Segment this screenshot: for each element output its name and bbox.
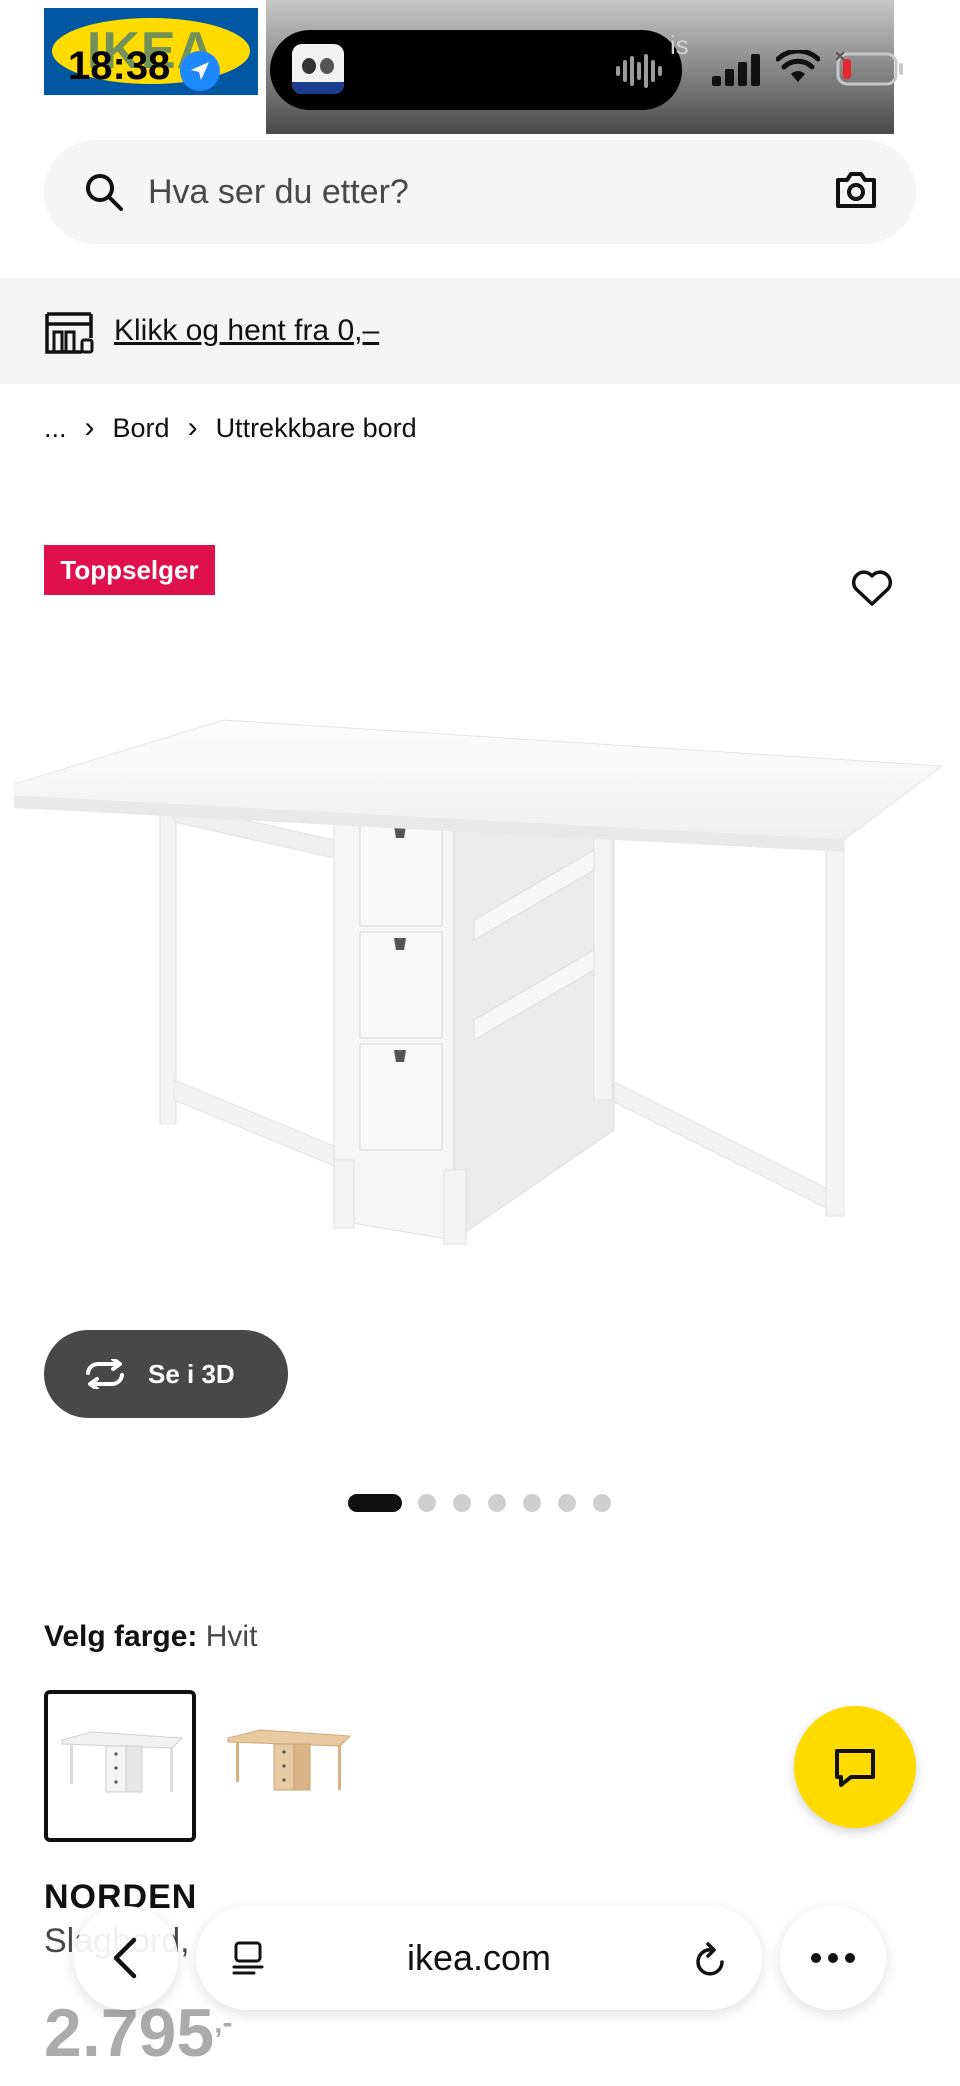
image-carousel-dots bbox=[348, 1494, 628, 1512]
battery-icon bbox=[836, 52, 903, 86]
status-time: 18:38 bbox=[68, 44, 171, 88]
carousel-dot-active[interactable] bbox=[348, 1494, 402, 1512]
color-swatch-white[interactable] bbox=[44, 1690, 196, 1842]
product-image[interactable] bbox=[14, 700, 944, 1260]
wifi-icon bbox=[776, 50, 820, 82]
chevron-right-icon: › bbox=[84, 411, 95, 444]
dynamic-island[interactable] bbox=[270, 30, 682, 110]
more-icon bbox=[811, 1953, 855, 1963]
now-playing-thumbnail bbox=[292, 44, 344, 94]
heart-icon[interactable] bbox=[850, 568, 894, 608]
click-collect-banner[interactable]: Klikk og hent fra 0,– bbox=[0, 278, 960, 384]
breadcrumb-bord[interactable]: Bord bbox=[113, 413, 170, 444]
carousel-dot[interactable] bbox=[558, 1494, 576, 1512]
cellular-signal-icon bbox=[712, 54, 760, 86]
location-icon bbox=[180, 51, 220, 91]
color-swatch-birch[interactable] bbox=[214, 1690, 366, 1842]
search-input[interactable]: Hva ser du etter? bbox=[148, 140, 409, 244]
search-icon bbox=[86, 174, 123, 211]
audio-wave-icon bbox=[616, 54, 662, 88]
click-collect-link[interactable]: Klikk og hent fra 0,– bbox=[114, 278, 379, 384]
browser-back-button[interactable] bbox=[74, 1906, 178, 2010]
view-3d-button[interactable]: Se i 3D bbox=[44, 1330, 288, 1418]
view-3d-label: Se i 3D bbox=[148, 1359, 235, 1389]
carousel-dot[interactable] bbox=[418, 1494, 436, 1512]
chat-button[interactable] bbox=[794, 1706, 916, 1828]
background-text: is bbox=[670, 30, 689, 60]
carousel-dot[interactable] bbox=[593, 1494, 611, 1512]
camera-icon[interactable] bbox=[834, 170, 878, 210]
chevron-right-icon: › bbox=[187, 411, 198, 444]
browser-more-button[interactable] bbox=[780, 1906, 886, 2010]
reload-icon[interactable] bbox=[692, 1940, 730, 1980]
carousel-dot[interactable] bbox=[453, 1494, 471, 1512]
breadcrumb-uttrekkbare-bord[interactable]: Uttrekkbare bord bbox=[216, 413, 417, 444]
breadcrumb-more[interactable]: ... bbox=[44, 413, 67, 444]
search-bar[interactable]: Hva ser du etter? bbox=[44, 140, 916, 244]
status-bar: IKEA 18:38 is bbox=[0, 0, 960, 134]
carousel-dot[interactable] bbox=[488, 1494, 506, 1512]
carousel-dot[interactable] bbox=[523, 1494, 541, 1512]
chevron-left-icon bbox=[113, 1937, 137, 1979]
selected-color: Hvit bbox=[205, 1620, 258, 1653]
chat-icon bbox=[835, 1749, 875, 1787]
breadcrumb: ... › Bord › Uttrekkbare bord bbox=[44, 408, 417, 448]
top-seller-badge: Toppselger bbox=[44, 545, 215, 595]
browser-url: ikea.com bbox=[406, 1937, 552, 1978]
color-selector-label: Velg farge: Hvit bbox=[44, 1620, 258, 1653]
browser-address-bar[interactable]: ikea.com bbox=[196, 1906, 762, 2010]
store-icon bbox=[45, 312, 94, 354]
rotate-3d-icon bbox=[86, 1359, 124, 1389]
